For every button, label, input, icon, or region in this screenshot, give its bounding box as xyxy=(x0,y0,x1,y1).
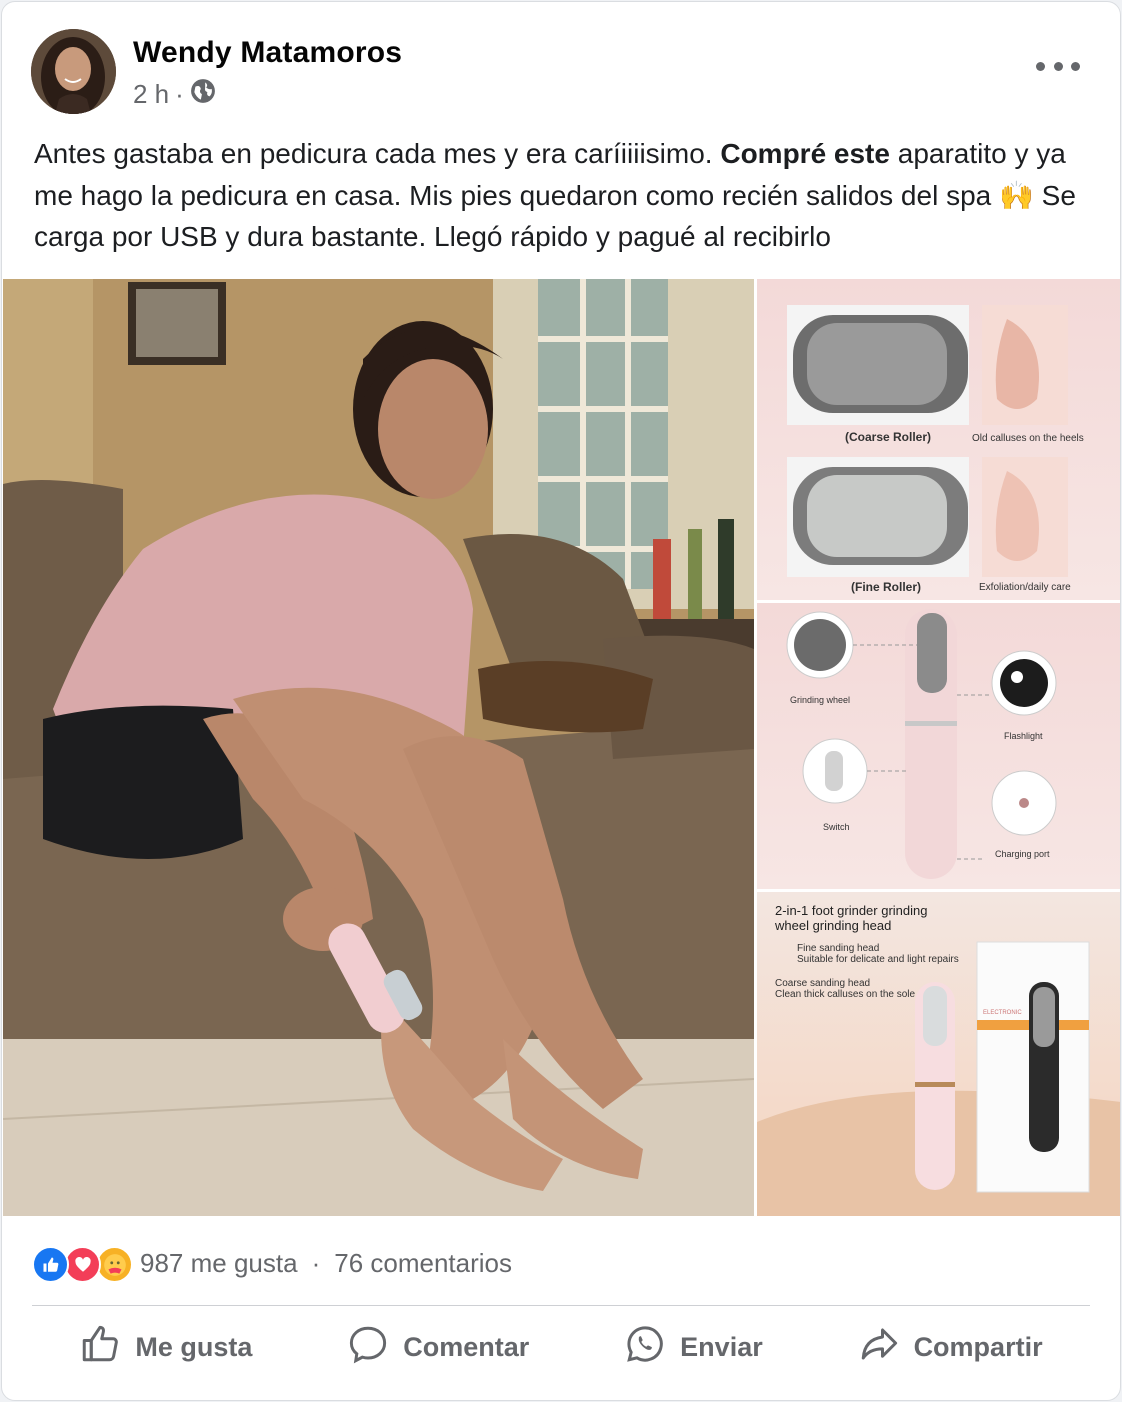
send-button[interactable]: Enviar xyxy=(624,1323,763,1372)
fine-head-desc: Suitable for delicate and light repairs xyxy=(797,954,959,965)
globe-icon xyxy=(190,78,216,111)
comments-count[interactable]: 76 comentarios xyxy=(334,1248,512,1279)
product-tile-parts[interactable]: Grinding wheel Flashlight Switch Chargin… xyxy=(757,603,1120,889)
product-tile-rollers[interactable]: (Coarse Roller) Old calluses on the heel… xyxy=(757,279,1120,600)
meta-separator: · xyxy=(175,78,184,109)
post-text-part1: Antes gastaba en pedicura cada mes y era… xyxy=(34,138,721,169)
like-reaction-icon xyxy=(32,1246,69,1283)
fine-head-label: Fine sanding head xyxy=(797,943,880,954)
post-text-bold: Compré este xyxy=(720,138,890,169)
comment-bubble-icon xyxy=(347,1323,389,1372)
coarse-head-label: Coarse sanding head xyxy=(775,978,871,989)
post-card: Wendy Matamoros 2 h · Antes gastaba en p… xyxy=(1,1,1121,1401)
post-text: Antes gastaba en pedicura cada mes y era… xyxy=(34,133,1094,258)
likes-count[interactable]: 987 me gusta xyxy=(140,1248,298,1279)
packaging-title: 2-in-1 foot grinder grinding wheel grind… xyxy=(775,903,928,933)
charging-port-label: Charging port xyxy=(995,849,1050,859)
send-label: Enviar xyxy=(680,1331,763,1362)
reaction-icons[interactable] xyxy=(32,1244,133,1283)
stats-text: 987 me gusta · 76 comentarios xyxy=(140,1248,512,1279)
product-tile-packaging[interactable]: 2-in-1 foot grinder grinding wheel grind… xyxy=(757,892,1120,1216)
comment-button[interactable]: Comentar xyxy=(347,1323,529,1372)
author-avatar[interactable] xyxy=(31,29,116,114)
like-label: Me gusta xyxy=(135,1331,253,1362)
post-meta: 2 h · xyxy=(133,78,216,110)
post-media[interactable]: (Coarse Roller) Old calluses on the heel… xyxy=(3,279,1120,1216)
like-button[interactable]: Me gusta xyxy=(79,1323,252,1372)
flashlight-label: Flashlight xyxy=(1004,731,1043,741)
heels-label: Old calluses on the heels xyxy=(972,433,1084,444)
exfoliation-label: Exfoliation/daily care xyxy=(979,582,1071,593)
thumbs-up-icon xyxy=(79,1323,121,1372)
switch-label: Switch xyxy=(823,822,850,832)
coarse-head-desc: Clean thick calluses on the sole xyxy=(775,989,916,1000)
share-label: Compartir xyxy=(913,1331,1043,1362)
reaction-stats: 987 me gusta · 76 comentarios xyxy=(32,1242,512,1284)
coarse-roller-label: (Coarse Roller) xyxy=(845,430,932,444)
whatsapp-icon xyxy=(624,1323,666,1372)
main-photo[interactable] xyxy=(3,279,754,1216)
author-name[interactable]: Wendy Matamoros xyxy=(133,36,402,70)
share-arrow-icon xyxy=(858,1323,900,1372)
share-button[interactable]: Compartir xyxy=(858,1323,1043,1372)
fine-roller-label: (Fine Roller) xyxy=(851,580,922,594)
more-options-icon[interactable] xyxy=(1036,54,1080,78)
box-label: ELECTRONIC xyxy=(983,1010,1022,1016)
care-reaction-icon xyxy=(96,1246,133,1283)
stats-separator: · xyxy=(311,1247,321,1278)
comment-label: Comentar xyxy=(403,1331,530,1362)
love-reaction-icon xyxy=(64,1246,101,1283)
post-time[interactable]: 2 h xyxy=(133,79,169,110)
grinding-wheel-label: Grinding wheel xyxy=(790,695,851,705)
action-bar: Me gusta Comentar Enviar Compartir xyxy=(32,1316,1090,1378)
actions-divider xyxy=(32,1305,1090,1306)
